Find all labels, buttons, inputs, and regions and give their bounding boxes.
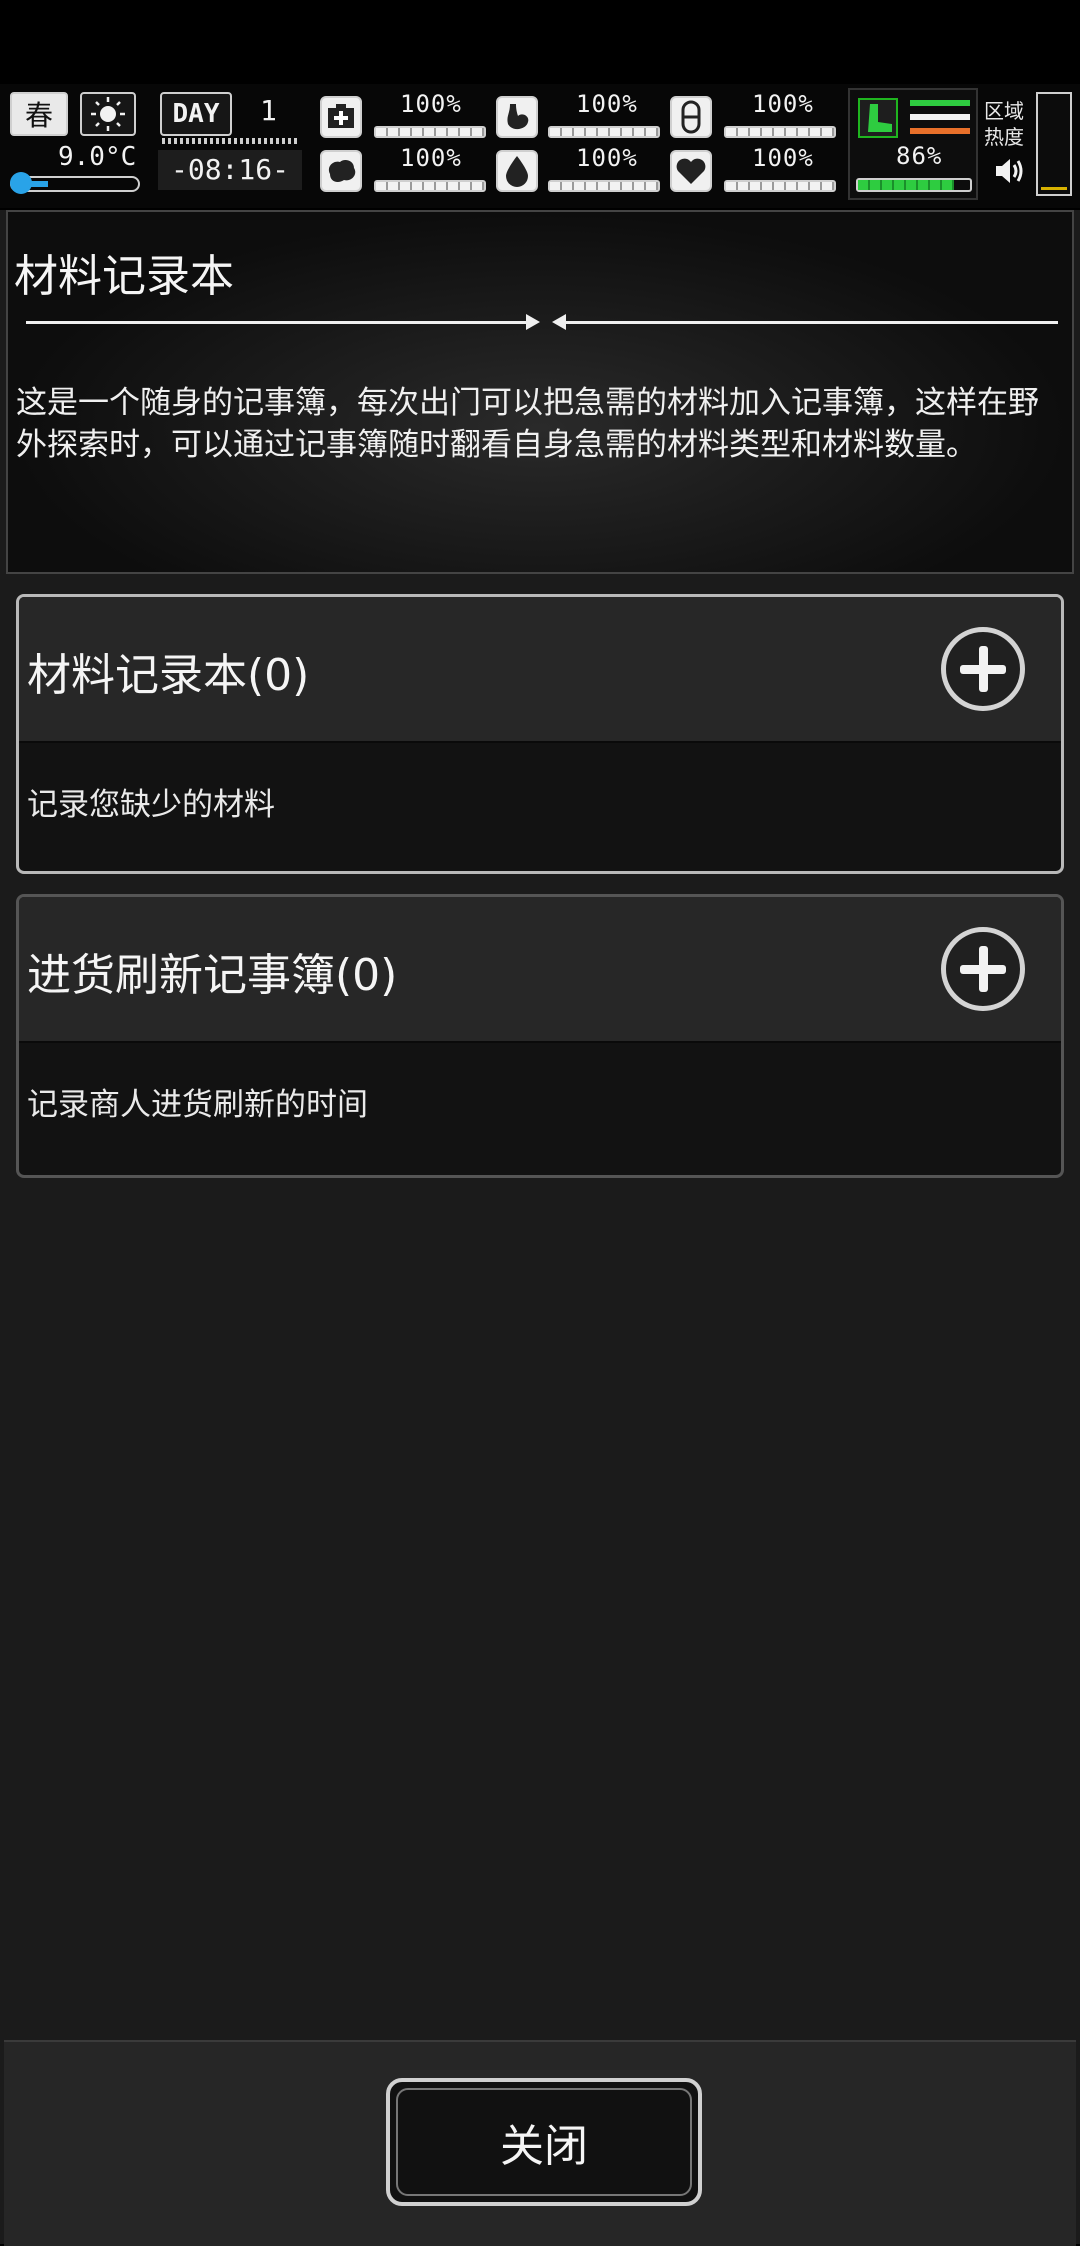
day-label: DAY (160, 92, 232, 136)
medkit-bar-fill (376, 128, 484, 136)
zone-heat-meter (1036, 92, 1072, 196)
zone-heat-label-line1: 区域 (984, 99, 1024, 123)
game-clock: -08:16- (158, 138, 302, 190)
brain-bar (374, 180, 486, 192)
stamina-bar (856, 178, 972, 192)
zone-heat-label: 区域 热度 (984, 98, 1024, 150)
water-value: 100% (576, 144, 638, 172)
notebook-description: 这是一个随身的记事簿，每次出门可以把急需的材料加入记事簿，这样在野外探索时，可以… (16, 385, 1039, 463)
pill-icon (670, 96, 712, 138)
brain-value: 100% (400, 144, 462, 172)
stomach-value: 100% (576, 90, 638, 118)
zone-heat-label-line2: 热度 (984, 125, 1024, 149)
medkit-icon (320, 96, 362, 138)
add-restock-button[interactable] (941, 927, 1025, 1011)
material-notebook-title: 材料记录本(0) (27, 650, 310, 701)
season-badge: 春 (10, 92, 68, 136)
stamina-panel: 86% (848, 88, 978, 200)
heart-icon (670, 150, 712, 192)
medkit-bar (374, 126, 486, 138)
footer-bar: 关闭 (4, 2040, 1076, 2246)
heart-value: 100% (752, 144, 814, 172)
title-divider (26, 314, 1058, 330)
water-bar-fill (550, 182, 658, 190)
boot-icon (858, 98, 898, 138)
survival-hud: 春 9.0°C DAY 1 -08:16- 100% 100% 100% 100… (0, 84, 1080, 208)
stamina-line-green (910, 100, 970, 106)
notebook-panel: 材料记录本 这是一个随身的记事簿，每次出门可以把急需的材料加入记事簿，这样在野外… (0, 210, 1080, 2246)
day-number: 1 (260, 94, 277, 127)
stamina-bar-fill (858, 180, 955, 190)
stomach-bar-fill (550, 128, 658, 136)
speaker-icon[interactable] (992, 154, 1026, 196)
pill-value: 100% (752, 90, 814, 118)
pill-bar (724, 126, 836, 138)
brain-icon (320, 150, 362, 192)
brain-bar-fill (376, 182, 484, 190)
stamina-line-white (910, 114, 970, 120)
add-material-button[interactable] (941, 627, 1025, 711)
material-notebook-subtitle: 记录您缺少的材料 (27, 787, 275, 823)
sun-icon (80, 92, 136, 136)
close-button-label: 关闭 (396, 2088, 692, 2196)
restock-notebook-subtitle: 记录商人进货刷新的时间 (27, 1087, 368, 1123)
status-bar-area (0, 0, 1080, 84)
stomach-icon (496, 96, 538, 138)
water-drop-icon (496, 150, 538, 192)
heart-bar-fill (726, 182, 834, 190)
stomach-bar (548, 126, 660, 138)
pill-bar-fill (726, 128, 834, 136)
stamina-line-orange (910, 128, 970, 134)
notebook-header: 材料记录本 这是一个随身的记事簿，每次出门可以把急需的材料加入记事簿，这样在野外… (6, 210, 1074, 574)
thermometer-icon (10, 172, 140, 194)
restock-notebook-title: 进货刷新记事簿(0) (27, 950, 398, 1001)
temperature-readout: 9.0°C (58, 142, 137, 172)
heart-bar (724, 180, 836, 192)
close-button[interactable]: 关闭 (386, 2078, 702, 2206)
material-notebook-card[interactable]: 材料记录本(0) 记录您缺少的材料 (16, 594, 1064, 874)
stamina-value: 86% (896, 142, 943, 170)
water-bar (548, 180, 660, 192)
medkit-value: 100% (400, 90, 462, 118)
restock-notebook-card[interactable]: 进货刷新记事簿(0) 记录商人进货刷新的时间 (16, 894, 1064, 1178)
page-title: 材料记录本 (14, 251, 234, 302)
